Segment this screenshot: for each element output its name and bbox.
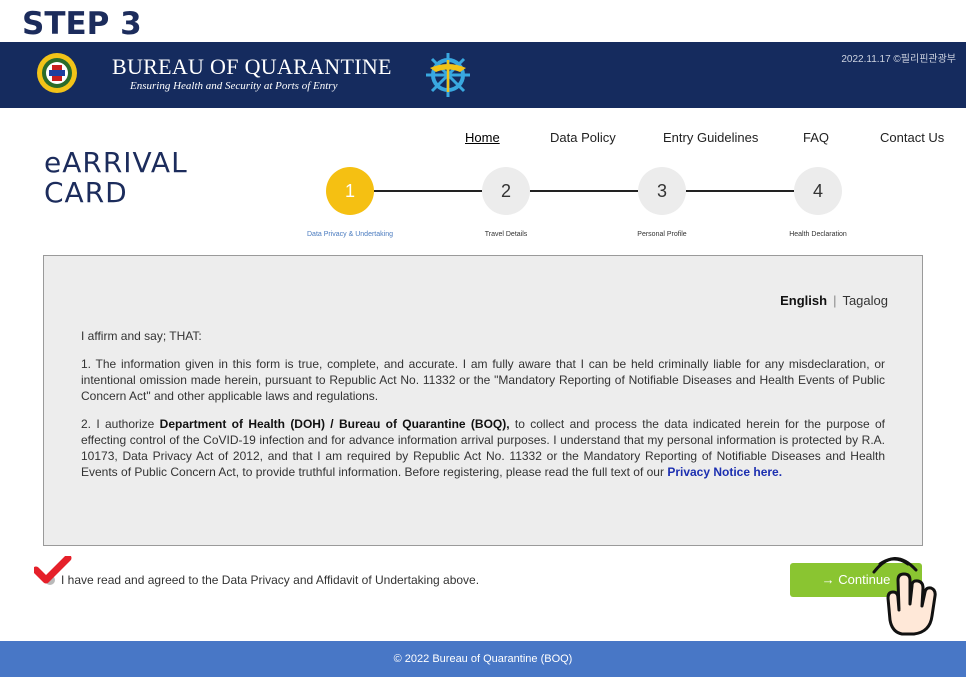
step-4-label: Health Declaration xyxy=(789,231,847,238)
nav-data-policy[interactable]: Data Policy xyxy=(550,130,616,145)
language-switch: English | Tagalog xyxy=(780,293,888,308)
eariival-card-logo: eARRIVAL CARD xyxy=(44,148,188,208)
step-2-circle: 2 xyxy=(482,167,530,215)
bureau-name: BUREAU OF QUARANTINE xyxy=(112,54,392,79)
brand-line-1: eARRIVAL xyxy=(44,146,188,179)
privacy-notice-link[interactable]: Privacy Notice here. xyxy=(667,465,782,479)
undertaking-panel: English | Tagalog I affirm and say; THAT: … xyxy=(43,255,923,546)
undertaking-text: I affirm and say; THAT: 1. The informati… xyxy=(81,328,885,492)
footer: © 2022 Bureau of Quarantine (BOQ) xyxy=(0,641,966,677)
step-title: STEP 3 xyxy=(22,6,142,42)
lang-english-link[interactable]: English xyxy=(780,293,827,308)
step-connector xyxy=(686,190,794,192)
header-banner: BUREAU OF QUARANTINE Ensuring Health and… xyxy=(0,42,966,108)
doh-boq-emphasis: Department of Health (DOH) / Bureau of Q… xyxy=(159,417,510,431)
lang-tagalog-link[interactable]: Tagalog xyxy=(842,293,888,308)
paragraph-2-text: 2. I authorize xyxy=(81,417,160,431)
step-2-label: Travel Details xyxy=(484,231,528,238)
step-1-label: Data Privacy & Undertaking xyxy=(307,231,393,238)
paragraph-2: 2. I authorize Department of Health (DOH… xyxy=(81,416,885,480)
step-connector xyxy=(530,190,638,192)
agree-label[interactable]: I have read and agreed to the Data Priva… xyxy=(43,573,479,587)
step-1-circle: 1 xyxy=(326,167,374,215)
lang-separator: | xyxy=(833,293,837,308)
agree-text: I have read and agreed to the Data Priva… xyxy=(61,573,480,587)
nav-faq[interactable]: FAQ xyxy=(803,130,829,145)
pointing-hand-icon xyxy=(872,557,937,636)
step-3-label: Personal Profile xyxy=(637,231,687,238)
intro-text: I affirm and say; THAT: xyxy=(81,329,202,343)
nav-home[interactable]: Home xyxy=(465,130,500,145)
nav-contact-us[interactable]: Contact Us xyxy=(880,130,944,145)
step-4-circle: 4 xyxy=(794,167,842,215)
brand-line-2: CARD xyxy=(44,176,128,209)
step-3-circle: 3 xyxy=(638,167,686,215)
ship-wheel-caduceus-icon xyxy=(426,53,470,97)
bureau-tagline: Ensuring Health and Security at Ports of… xyxy=(130,80,338,92)
doh-seal-icon xyxy=(37,53,77,93)
step-connector xyxy=(374,190,482,192)
paragraph-1: 1. The information given in this form is… xyxy=(81,357,885,403)
nav-entry-guidelines[interactable]: Entry Guidelines xyxy=(663,130,758,145)
banner-date: 2022.11.17 ©필리핀관광부 xyxy=(841,54,956,65)
